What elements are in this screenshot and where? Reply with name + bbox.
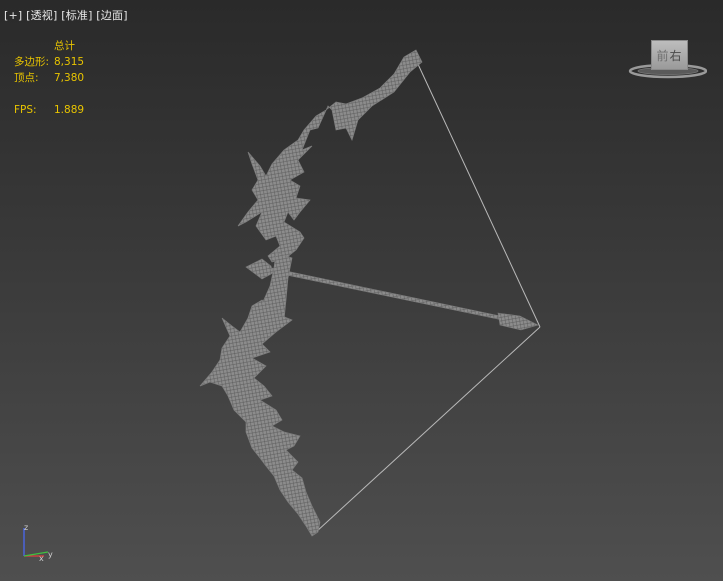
axis-x-label: x: [39, 554, 44, 563]
polygons-label: 多边形:: [14, 56, 50, 68]
bow-string-upper: [416, 61, 541, 328]
arrow-fletching: [497, 312, 539, 331]
axis-z-label: z: [24, 523, 28, 532]
vertices-value: 7,380: [54, 72, 85, 84]
arrow-head: [245, 258, 274, 280]
viewcube-face-front[interactable]: 前: [656, 47, 669, 64]
bow-upper-limb: [237, 49, 423, 263]
viewport-label-menu: [+] [透视] [标准] [边面]: [4, 7, 128, 23]
viewcube-icon[interactable]: 前右: [627, 38, 707, 80]
viewport-edges-menu[interactable]: [边面]: [96, 9, 127, 22]
axis-y-label: y: [48, 550, 53, 559]
fps-value: 1.889: [54, 104, 85, 116]
viewcube-face-right[interactable]: 右: [670, 47, 683, 64]
viewport-shading-menu[interactable]: [标准]: [61, 9, 92, 22]
axis-gizmo-icon: z x y: [23, 523, 53, 563]
bow-string-lower: [315, 326, 541, 533]
viewcube-face[interactable]: 前右: [651, 40, 688, 70]
viewport-view-menu[interactable]: [透视]: [26, 9, 57, 22]
stats-header: 总计: [54, 40, 75, 52]
statistics-overlay: 总计 多边形: 8,315 顶点: 7,380 FPS: 1.889: [14, 38, 84, 118]
arrow-shaft: [271, 267, 508, 322]
bow-lower-limb: [199, 299, 321, 537]
bow-wireframe-model[interactable]: [0, 0, 723, 581]
fps-label: FPS:: [14, 104, 37, 116]
perspective-viewport[interactable]: [+] [透视] [标准] [边面] 总计 多边形: 8,315 顶点: 7,3…: [0, 0, 723, 581]
vertices-label: 顶点:: [14, 72, 39, 84]
polygons-value: 8,315: [54, 56, 85, 68]
viewport-plus-menu[interactable]: [+]: [4, 9, 22, 22]
